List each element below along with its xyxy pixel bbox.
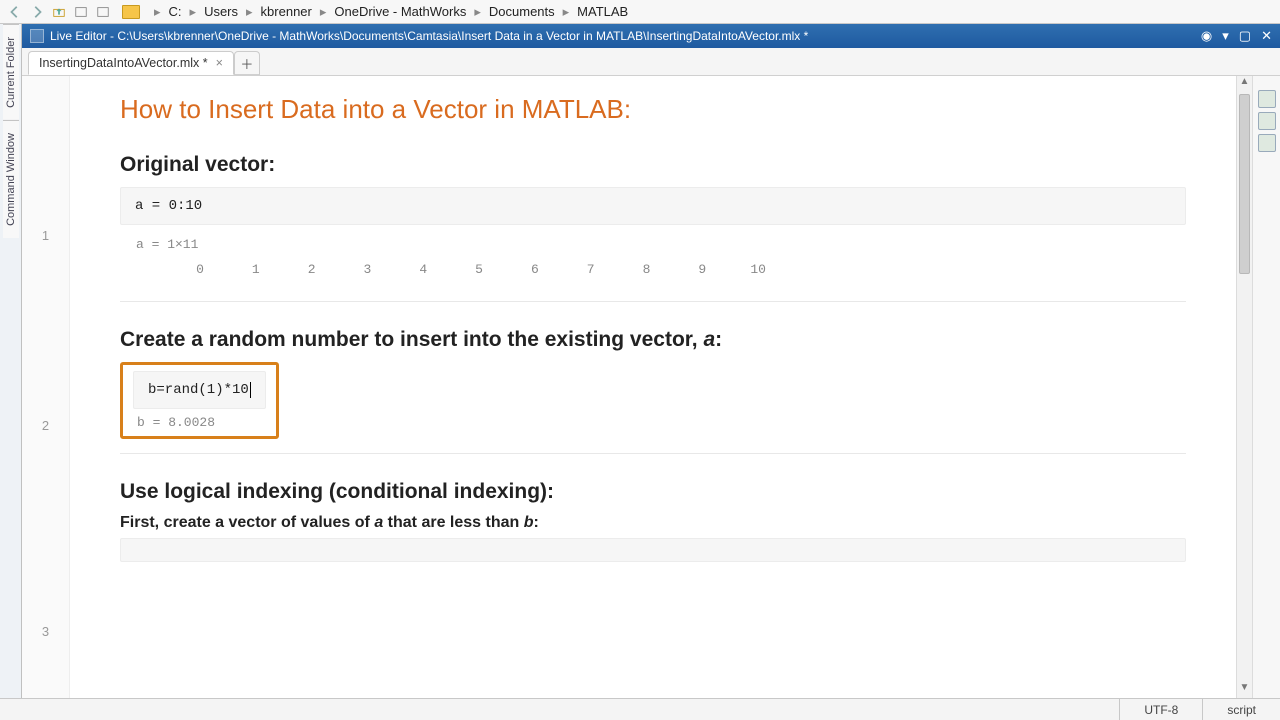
section-heading: Original vector: bbox=[120, 153, 1186, 177]
chevron-right-icon: ▸ bbox=[316, 4, 331, 20]
output-hide-toggle-icon[interactable] bbox=[1258, 134, 1276, 152]
right-action-gutter bbox=[1252, 76, 1280, 698]
vertical-scrollbar[interactable]: ▲ ▼ bbox=[1236, 76, 1252, 698]
output-right-toggle-icon[interactable] bbox=[1258, 112, 1276, 130]
back-button[interactable] bbox=[6, 3, 24, 21]
section-heading: Create a random number to insert into th… bbox=[120, 328, 1186, 352]
editor-content[interactable]: ▲ ▼ How to Insert Data into a Vector in … bbox=[70, 76, 1252, 698]
live-editor: Live Editor - C:\Users\kbrenner\OneDrive… bbox=[22, 24, 1280, 698]
editor-body: 1 2 3 ▲ ▼ How to Insert Data into a Vect… bbox=[22, 76, 1280, 698]
document-tabstrip: InsertingDataIntoAVector.mlx * × ＋ bbox=[22, 48, 1280, 76]
code-cell[interactable]: b=rand(1)*10 bbox=[133, 371, 266, 409]
scrollbar-thumb[interactable] bbox=[1239, 94, 1250, 274]
document-tab-label: InsertingDataIntoAVector.mlx * bbox=[39, 56, 208, 70]
current-folder-icon[interactable] bbox=[122, 5, 140, 19]
address-toolbar: ▸ C: ▸ Users ▸ kbrenner ▸ OneDrive - Mat… bbox=[0, 0, 1280, 24]
section-subtext: First, create a vector of values of a th… bbox=[120, 514, 1186, 532]
status-encoding[interactable]: UTF-8 bbox=[1119, 699, 1202, 720]
maximize-button[interactable]: ▢ bbox=[1239, 28, 1251, 44]
chevron-right-icon: ▸ bbox=[150, 4, 165, 20]
section-random-number: Create a random number to insert into th… bbox=[120, 328, 1186, 454]
close-button[interactable]: ✕ bbox=[1261, 28, 1272, 44]
page-title: How to Insert Data into a Vector in MATL… bbox=[120, 94, 1186, 125]
chevron-right-icon: ▸ bbox=[242, 4, 257, 20]
section-original-vector: Original vector: a = 0:10 a = 1×11 0 1 2… bbox=[120, 153, 1186, 302]
new-tab-button[interactable]: ＋ bbox=[234, 51, 260, 75]
editor-titlebar: Live Editor - C:\Users\kbrenner\OneDrive… bbox=[22, 24, 1280, 48]
document-tab[interactable]: InsertingDataIntoAVector.mlx * × bbox=[28, 51, 234, 75]
highlighted-region: b=rand(1)*10 b = 8.0028 bbox=[120, 362, 279, 439]
code-text: b=rand(1)*10 bbox=[148, 382, 251, 398]
breadcrumb-item[interactable]: Documents bbox=[487, 4, 557, 19]
output-label: a = 1×11 bbox=[136, 237, 1170, 252]
line-number-gutter: 1 2 3 bbox=[22, 76, 70, 698]
chevron-right-icon: ▸ bbox=[470, 4, 485, 20]
section-logical-indexing: Use logical indexing (conditional indexi… bbox=[120, 480, 1186, 582]
dock-button[interactable]: ◉ bbox=[1201, 28, 1212, 44]
breadcrumb-item[interactable]: OneDrive - MathWorks bbox=[332, 4, 468, 19]
output-cell: b = 8.0028 bbox=[133, 415, 266, 430]
forward-button[interactable] bbox=[28, 3, 46, 21]
breadcrumb-item[interactable]: kbrenner bbox=[259, 4, 314, 19]
code-cell[interactable]: a = 0:10 bbox=[120, 187, 1186, 225]
line-number: 3 bbox=[22, 624, 69, 639]
scroll-up-icon[interactable]: ▲ bbox=[1237, 76, 1252, 92]
output-inline-toggle-icon[interactable] bbox=[1258, 90, 1276, 108]
left-dock-tabs: Current Folder Command Window bbox=[0, 24, 22, 698]
minimize-button[interactable]: ▾ bbox=[1222, 28, 1229, 44]
close-tab-icon[interactable]: × bbox=[216, 56, 223, 70]
code-cell[interactable] bbox=[120, 538, 1186, 562]
status-mode[interactable]: script bbox=[1202, 699, 1280, 720]
editor-app-icon bbox=[30, 29, 44, 43]
editor-title-text: Live Editor - C:\Users\kbrenner\OneDrive… bbox=[50, 29, 1201, 43]
toolbar-icon[interactable] bbox=[72, 3, 90, 21]
breadcrumb-item[interactable]: MATLAB bbox=[575, 4, 630, 19]
section-heading: Use logical indexing (conditional indexi… bbox=[120, 480, 1186, 504]
toolbar-icon[interactable] bbox=[94, 3, 112, 21]
tab-command-window[interactable]: Command Window bbox=[3, 120, 19, 238]
output-cell: a = 1×11 0 1 2 3 4 5 6 7 8 9 10 bbox=[120, 231, 1186, 287]
breadcrumb: ▸ C: ▸ Users ▸ kbrenner ▸ OneDrive - Mat… bbox=[150, 4, 630, 20]
breadcrumb-item[interactable]: Users bbox=[202, 4, 240, 19]
status-bar: UTF-8 script bbox=[0, 698, 1280, 720]
tab-current-folder[interactable]: Current Folder bbox=[3, 24, 19, 120]
scroll-down-icon[interactable]: ▼ bbox=[1237, 682, 1252, 698]
line-number: 2 bbox=[22, 418, 69, 433]
line-number: 1 bbox=[22, 228, 69, 243]
breadcrumb-item[interactable]: C: bbox=[167, 4, 184, 19]
output-values: 0 1 2 3 4 5 6 7 8 9 10 bbox=[136, 262, 1170, 277]
up-folder-icon[interactable] bbox=[50, 3, 68, 21]
chevron-right-icon: ▸ bbox=[559, 4, 574, 20]
chevron-right-icon: ▸ bbox=[186, 4, 201, 20]
